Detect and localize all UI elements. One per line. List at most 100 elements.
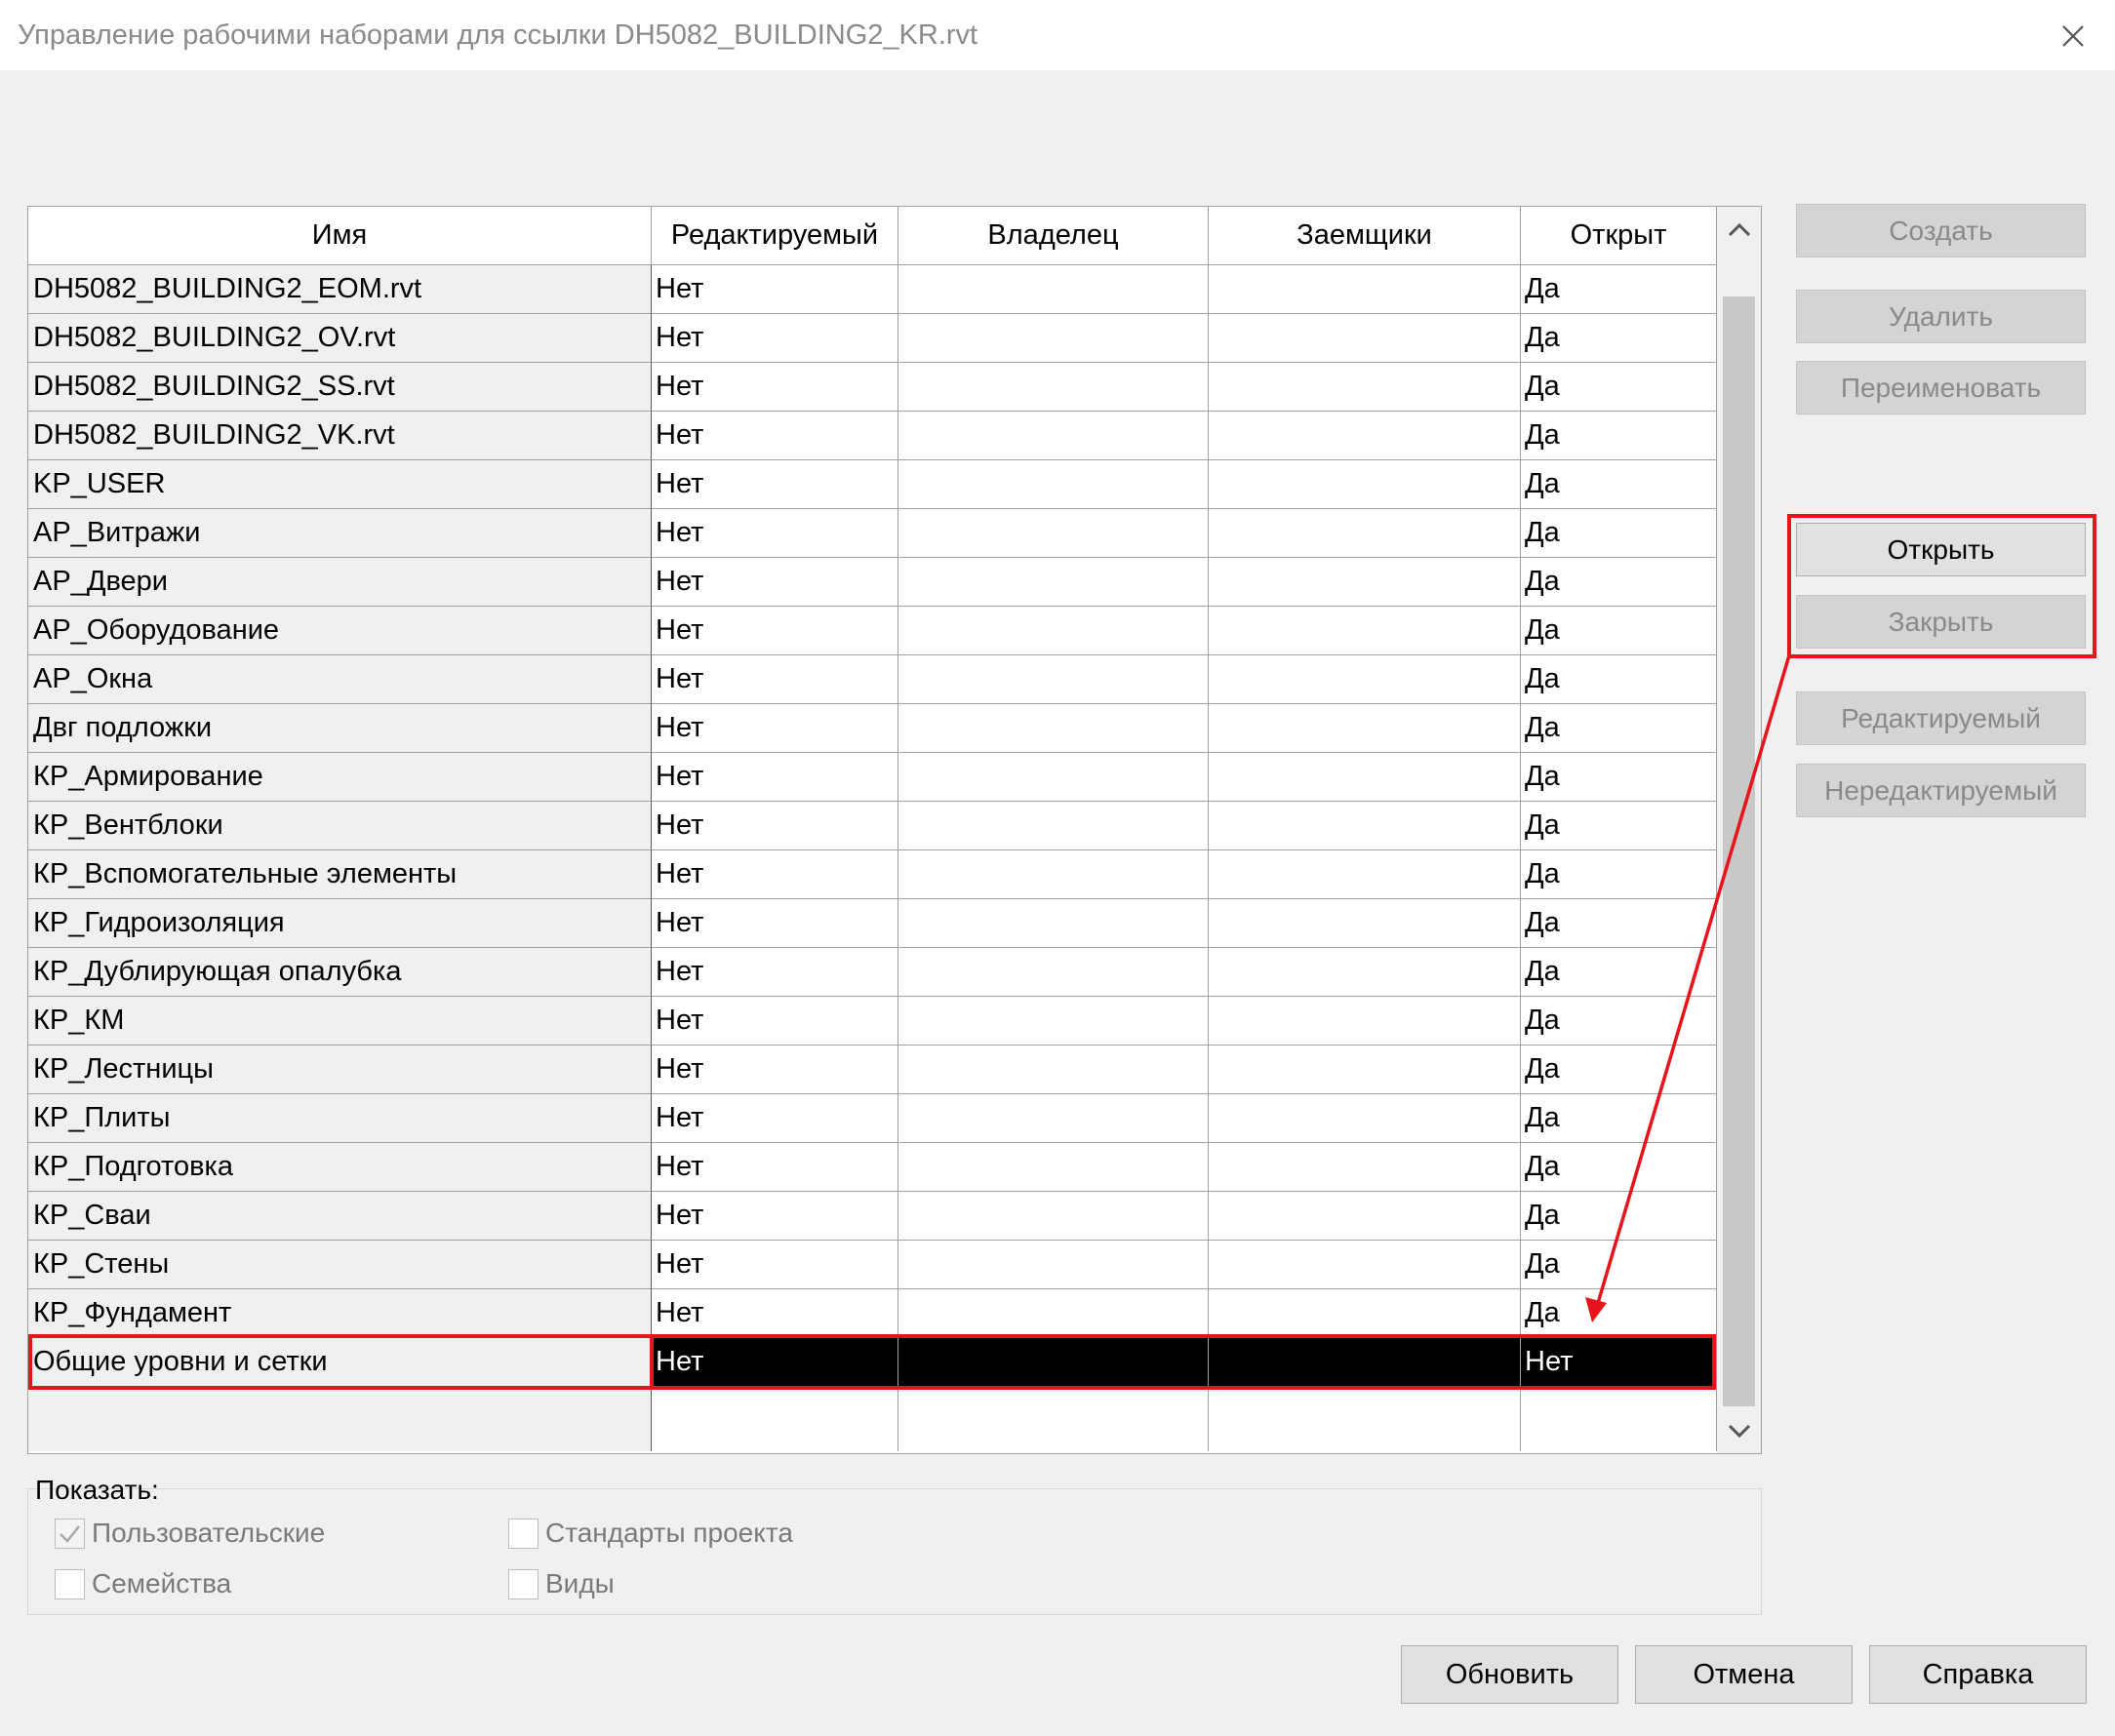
make-non-editable-button[interactable]: Нередактируемый [1796,764,2086,817]
cell-borrowers[interactable] [1209,997,1521,1046]
cell-open[interactable]: Да [1521,607,1717,655]
make-editable-button[interactable]: Редактируемый [1796,691,2086,745]
chevron-down-icon[interactable] [1726,1421,1753,1440]
cell-borrowers[interactable] [1209,1338,1521,1387]
cell-borrowers[interactable] [1209,753,1521,802]
cell-borrowers[interactable] [1209,363,1521,412]
create-button[interactable]: Создать [1796,204,2086,257]
table-row[interactable]: KP_USER Нет Да [28,460,1717,509]
cell-name[interactable]: КР_Гидроизоляция [28,899,652,948]
cell-open[interactable]: Да [1521,1289,1717,1338]
table-row[interactable]: КР_Подготовка Нет Да [28,1143,1717,1192]
cell-editable[interactable]: Нет [652,802,898,850]
table-row[interactable]: DH5082_BUILDING2_EOM.rvt Нет Да [28,265,1717,314]
cell-borrowers[interactable] [1209,850,1521,899]
cell-owner[interactable] [898,1338,1209,1387]
open-button[interactable]: Открыть [1796,523,2086,576]
cell-open[interactable]: Да [1521,412,1717,460]
cell-name[interactable]: КР_Сваи [28,1192,652,1241]
cell-borrowers[interactable] [1209,1192,1521,1241]
table-row[interactable]: АР_Окна Нет Да [28,655,1717,704]
cell-name[interactable]: Двг подложки [28,704,652,753]
cell-owner[interactable] [898,460,1209,509]
cell-borrowers[interactable] [1209,704,1521,753]
cell-editable[interactable]: Нет [652,948,898,997]
table-row[interactable]: КР_Армирование Нет Да [28,753,1717,802]
table-row[interactable]: КР_Вентблоки Нет Да [28,802,1717,850]
cell-open[interactable]: Да [1521,948,1717,997]
table-row-selected[interactable]: Общие уровни и сетки Нет Нет [28,1338,1717,1387]
table-row[interactable]: DH5082_BUILDING2_SS.rvt Нет Да [28,363,1717,412]
project-standards-checkbox[interactable] [508,1519,539,1549]
table-row[interactable]: КР_Гидроизоляция Нет Да [28,899,1717,948]
table-row[interactable]: КР_КМ Нет Да [28,997,1717,1046]
cell-owner[interactable] [898,1192,1209,1241]
cell-borrowers[interactable] [1209,948,1521,997]
cell-open[interactable]: Да [1521,265,1717,314]
cell-owner[interactable] [898,997,1209,1046]
column-header-name[interactable]: Имя [28,207,652,265]
cell-name[interactable]: КР_Подготовка [28,1143,652,1192]
cell-name[interactable]: Общие уровни и сетки [28,1338,652,1387]
table-row[interactable]: КР_Стены Нет Да [28,1241,1717,1289]
cell-editable[interactable]: Нет [652,655,898,704]
table-row[interactable]: КР_Вспомогательные элементы Нет Да [28,850,1717,899]
views-checkbox[interactable] [508,1569,539,1599]
cell-open[interactable]: Да [1521,1192,1717,1241]
cell-open[interactable]: Да [1521,1241,1717,1289]
cell-name[interactable]: КР_Дублирующая опалубка [28,948,652,997]
cell-borrowers[interactable] [1209,607,1521,655]
cell-owner[interactable] [898,1241,1209,1289]
cell-open[interactable]: Да [1521,899,1717,948]
column-header-borrowers[interactable]: Заемщики [1209,207,1521,265]
cell-borrowers[interactable] [1209,265,1521,314]
table-row[interactable]: АР_Двери Нет Да [28,558,1717,607]
cell-open[interactable]: Да [1521,1046,1717,1094]
cell-name[interactable]: КР_Лестницы [28,1046,652,1094]
cell-owner[interactable] [898,314,1209,363]
cell-borrowers[interactable] [1209,899,1521,948]
table-row[interactable]: КР_Фундамент Нет Да [28,1289,1717,1338]
cell-owner[interactable] [898,1094,1209,1143]
cell-name[interactable]: АР_Двери [28,558,652,607]
rename-button[interactable]: Переименовать [1796,361,2086,414]
cell-owner[interactable] [898,607,1209,655]
delete-button[interactable]: Удалить [1796,290,2086,343]
cell-owner[interactable] [898,1143,1209,1192]
cell-name[interactable]: КР_Плиты [28,1094,652,1143]
cell-editable[interactable]: Нет [652,1289,898,1338]
cell-borrowers[interactable] [1209,1046,1521,1094]
cell-owner[interactable] [898,1289,1209,1338]
cell-editable[interactable]: Нет [652,265,898,314]
cell-name[interactable]: КР_Вентблоки [28,802,652,850]
cell-name[interactable]: КР_КМ [28,997,652,1046]
cell-open[interactable]: Да [1521,802,1717,850]
cell-owner[interactable] [898,558,1209,607]
cell-name[interactable]: АР_Окна [28,655,652,704]
cell-owner[interactable] [898,899,1209,948]
column-header-open[interactable]: Открыт [1521,207,1717,265]
cell-owner[interactable] [898,509,1209,558]
cell-borrowers[interactable] [1209,1289,1521,1338]
cell-editable[interactable]: Нет [652,850,898,899]
cell-open[interactable]: Да [1521,509,1717,558]
cell-open[interactable]: Да [1521,460,1717,509]
cell-borrowers[interactable] [1209,1241,1521,1289]
cell-borrowers[interactable] [1209,509,1521,558]
close-workset-button[interactable]: Закрыть [1796,595,2086,649]
table-row[interactable]: КР_Плиты Нет Да [28,1094,1717,1143]
cell-open[interactable]: Да [1521,655,1717,704]
help-button[interactable]: Справка [1869,1645,2087,1704]
cell-owner[interactable] [898,363,1209,412]
cell-owner[interactable] [898,412,1209,460]
families-checkbox[interactable] [55,1569,85,1599]
table-row[interactable]: КР_Дублирующая опалубка Нет Да [28,948,1717,997]
cell-editable[interactable]: Нет [652,314,898,363]
table-row[interactable]: АР_Оборудование Нет Да [28,607,1717,655]
cell-editable[interactable]: Нет [652,1143,898,1192]
cell-editable[interactable]: Нет [652,460,898,509]
cell-borrowers[interactable] [1209,314,1521,363]
table-row[interactable]: Двг подложки Нет Да [28,704,1717,753]
close-button[interactable] [2047,14,2097,57]
cell-borrowers[interactable] [1209,1094,1521,1143]
